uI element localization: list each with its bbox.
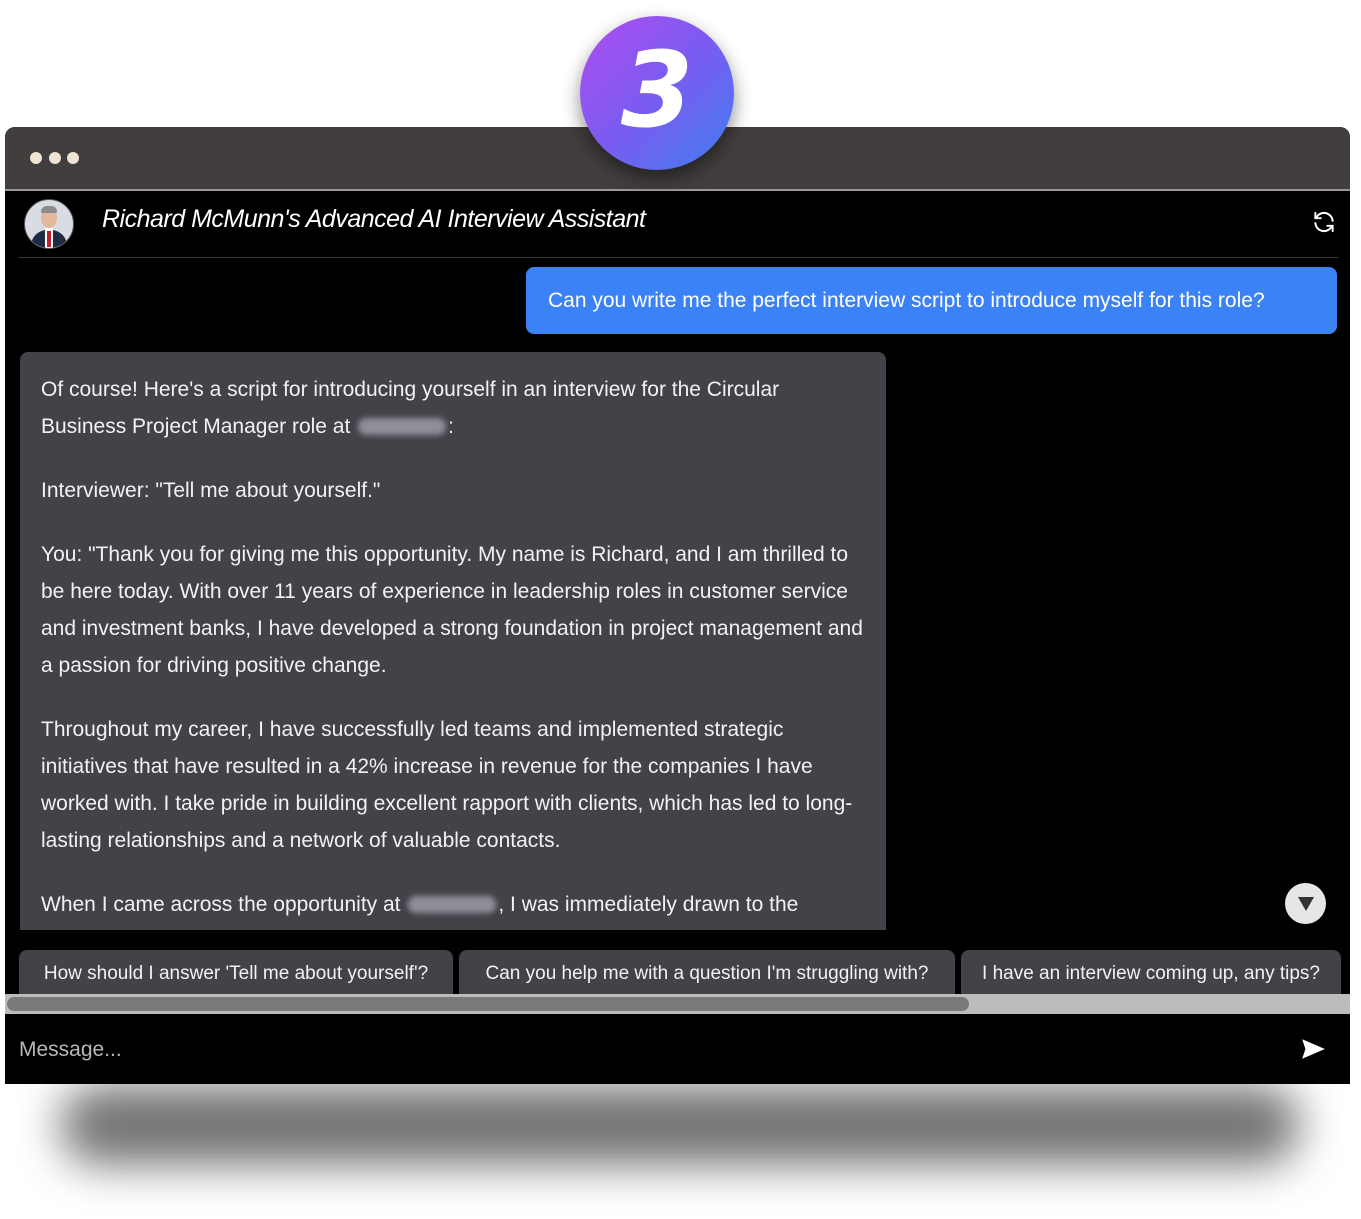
scrollbar-thumb[interactable] [7,997,969,1011]
refresh-icon[interactable] [1311,209,1337,235]
user-message: Can you write me the perfect interview s… [526,267,1337,334]
message-composer [5,1014,1350,1084]
app-window: Richard McMunn's Advanced AI Interview A… [5,127,1350,1084]
redacted-company-name [358,418,447,435]
assistant-paragraph: You: "Thank you for giving me this oppor… [41,543,863,677]
window-control-dot[interactable] [30,152,42,164]
step-badge: 3 [580,16,734,170]
chevron-down-icon [1297,896,1314,911]
suggestion-chip[interactable]: Can you help me with a question I'm stru… [459,950,955,996]
assistant-message: Of course! Here's a script for introduci… [20,352,886,930]
assistant-paragraph: Of course! Here's a script for introduci… [41,378,780,438]
scroll-to-bottom-button[interactable] [1285,883,1326,924]
assistant-paragraph: Interviewer: "Tell me about yourself." [41,479,381,502]
suggestion-chip[interactable]: How should I answer 'Tell me about yours… [19,950,453,996]
message-input[interactable] [17,1024,1281,1076]
assistant-paragraph: Throughout my career, I have successfull… [41,718,853,852]
avatar [24,199,74,249]
window-control-dot[interactable] [49,152,61,164]
suggestion-chip[interactable]: I have an interview coming up, any tips? [961,950,1341,996]
send-icon[interactable] [1300,1036,1326,1062]
chat-header: Richard McMunn's Advanced AI Interview A… [18,191,1338,258]
horizontal-scrollbar[interactable] [5,994,1350,1014]
window-control-dot[interactable] [67,152,79,164]
window-shadow [60,1085,1300,1165]
assistant-paragraph: When I came across the opportunity at , … [41,893,799,916]
chat-title: Richard McMunn's Advanced AI Interview A… [102,205,646,233]
redacted-company-name [408,896,497,913]
